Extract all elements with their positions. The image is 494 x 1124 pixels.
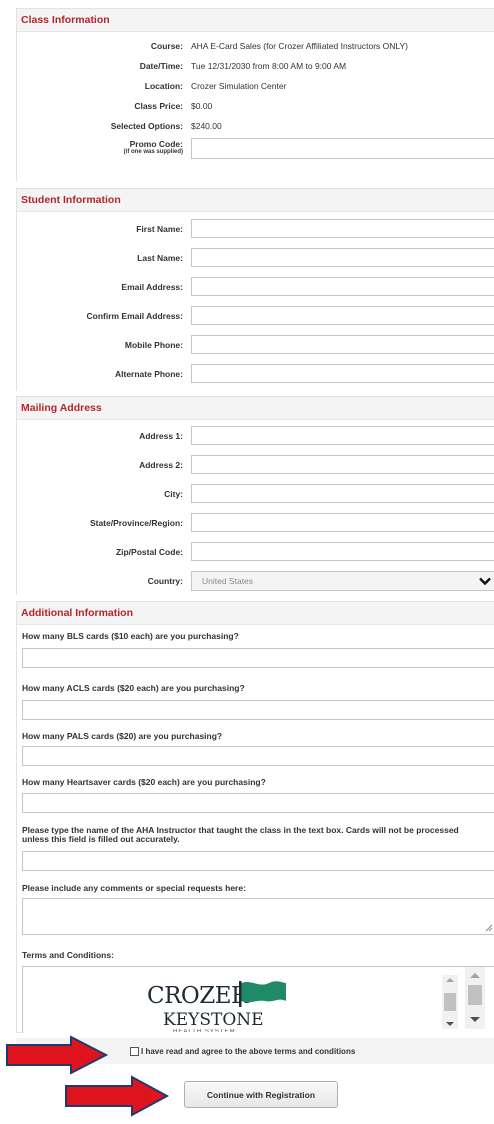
promo-code-sublabel: (if one was supplied) bbox=[123, 149, 183, 155]
mailing-address-heading: Mailing Address bbox=[17, 397, 494, 420]
acls-input[interactable] bbox=[22, 700, 494, 720]
selected-options-value: $240.00 bbox=[191, 121, 222, 131]
state-input[interactable] bbox=[191, 513, 494, 532]
logo-crozer-text: CROZER bbox=[147, 983, 248, 1009]
selected-options-label: Selected Options: bbox=[110, 121, 183, 131]
chevron-down-icon bbox=[479, 577, 491, 586]
acls-question: How many ACLS cards ($20 each) are you p… bbox=[22, 683, 245, 693]
scroll-down-arrow-icon[interactable] bbox=[465, 1013, 485, 1025]
crozer-keystone-logo: CROZER KEYSTONE HEALTH SYSTEM bbox=[147, 980, 297, 1032]
student-information-section: Student Information First Name: Last Nam… bbox=[16, 188, 494, 391]
class-price-value: $0.00 bbox=[191, 101, 213, 111]
alternate-phone-input[interactable] bbox=[191, 364, 494, 383]
promo-code-label: Promo Code: (if one was supplied) bbox=[17, 139, 183, 155]
class-information-section: Class Information Course: AHA E-Card Sal… bbox=[16, 8, 494, 181]
location-label: Location: bbox=[144, 81, 183, 91]
promo-code-input[interactable] bbox=[191, 138, 494, 159]
first-name-input[interactable] bbox=[191, 219, 494, 238]
country-select-value: United States bbox=[202, 576, 254, 586]
logo-health-system-text: HEALTH SYSTEM bbox=[173, 1029, 236, 1032]
flag-icon bbox=[239, 981, 286, 1007]
country-select[interactable]: United States bbox=[191, 571, 494, 591]
terms-box: CROZER KEYSTONE HEALTH SYSTEM bbox=[22, 966, 494, 1033]
address2-input[interactable] bbox=[191, 455, 494, 474]
terms-label: Terms and Conditions: bbox=[22, 950, 114, 960]
bls-question: How many BLS cards ($10 each) are you pu… bbox=[22, 631, 239, 641]
agree-terms-checkbox[interactable] bbox=[130, 1047, 139, 1056]
pals-question: How many PALS cards ($20) are you purcha… bbox=[22, 731, 223, 741]
logo-keystone-text: KEYSTONE bbox=[163, 1010, 264, 1030]
course-value: AHA E-Card Sales (for Crozer Affiliated … bbox=[191, 41, 408, 51]
resize-handle-icon[interactable] bbox=[485, 924, 493, 932]
datetime-label: Date/Time: bbox=[139, 61, 183, 71]
bls-input[interactable] bbox=[22, 648, 494, 668]
state-label: State/Province/Region: bbox=[89, 518, 183, 528]
continue-registration-label: Continue with Registration bbox=[206, 1090, 316, 1100]
country-label: Country: bbox=[147, 576, 183, 586]
scroll-thumb[interactable] bbox=[444, 993, 456, 1011]
zip-label: Zip/Postal Code: bbox=[115, 547, 183, 557]
datetime-value: Tue 12/31/2030 from 8:00 AM to 9:00 AM bbox=[191, 61, 347, 71]
pals-input[interactable] bbox=[22, 746, 494, 766]
heartsaver-question: How many Heartsaver cards ($20 each) are… bbox=[22, 777, 266, 787]
city-input[interactable] bbox=[191, 484, 494, 503]
address2-label: Address 2: bbox=[139, 460, 183, 470]
additional-information-section: Additional Information How many BLS card… bbox=[16, 601, 494, 1033]
email-input[interactable] bbox=[191, 277, 494, 296]
scroll-thumb[interactable] bbox=[468, 985, 482, 1005]
comments-textarea[interactable] bbox=[22, 898, 494, 935]
promo-code-label-text: Promo Code: bbox=[129, 139, 183, 149]
red-arrow-icon bbox=[6, 1035, 109, 1075]
city-label: City: bbox=[164, 489, 183, 499]
heartsaver-input[interactable] bbox=[22, 793, 494, 813]
zip-input[interactable] bbox=[191, 542, 494, 561]
continue-registration-button[interactable]: Continue with Registration bbox=[184, 1081, 338, 1108]
scroll-up-arrow-icon[interactable] bbox=[465, 969, 485, 981]
student-information-heading: Student Information bbox=[17, 189, 494, 212]
address1-label: Address 1: bbox=[139, 431, 183, 441]
red-arrow-icon bbox=[65, 1075, 170, 1117]
terms-inner-scrollbar[interactable] bbox=[442, 975, 458, 1029]
terms-outer-scrollbar[interactable] bbox=[465, 967, 485, 1029]
confirm-email-label: Confirm Email Address: bbox=[86, 311, 183, 321]
scroll-down-arrow-icon[interactable] bbox=[442, 1019, 458, 1029]
mobile-phone-input[interactable] bbox=[191, 335, 494, 354]
class-price-label: Class Price: bbox=[134, 101, 183, 111]
class-information-heading: Class Information bbox=[17, 9, 494, 32]
agree-terms-label: I have read and agree to the above terms… bbox=[141, 1047, 356, 1056]
location-value: Crozer Simulation Center bbox=[191, 81, 287, 91]
scroll-up-arrow-icon[interactable] bbox=[442, 975, 458, 985]
confirm-email-input[interactable] bbox=[191, 306, 494, 325]
alternate-phone-label: Alternate Phone: bbox=[114, 369, 183, 379]
mailing-address-section: Mailing Address Address 1: Address 2: Ci… bbox=[16, 396, 494, 595]
course-label: Course: bbox=[150, 41, 183, 51]
last-name-input[interactable] bbox=[191, 248, 494, 267]
mobile-phone-label: Mobile Phone: bbox=[124, 340, 183, 350]
instructor-input[interactable] bbox=[22, 851, 494, 871]
last-name-label: Last Name: bbox=[137, 253, 183, 263]
first-name-label: First Name: bbox=[136, 224, 183, 234]
comments-question: Please include any comments or special r… bbox=[22, 883, 246, 893]
email-label: Email Address: bbox=[121, 282, 183, 292]
additional-information-heading: Additional Information bbox=[17, 602, 494, 625]
instructor-question: Please type the name of the AHA Instruct… bbox=[22, 825, 459, 844]
address1-input[interactable] bbox=[191, 426, 494, 445]
